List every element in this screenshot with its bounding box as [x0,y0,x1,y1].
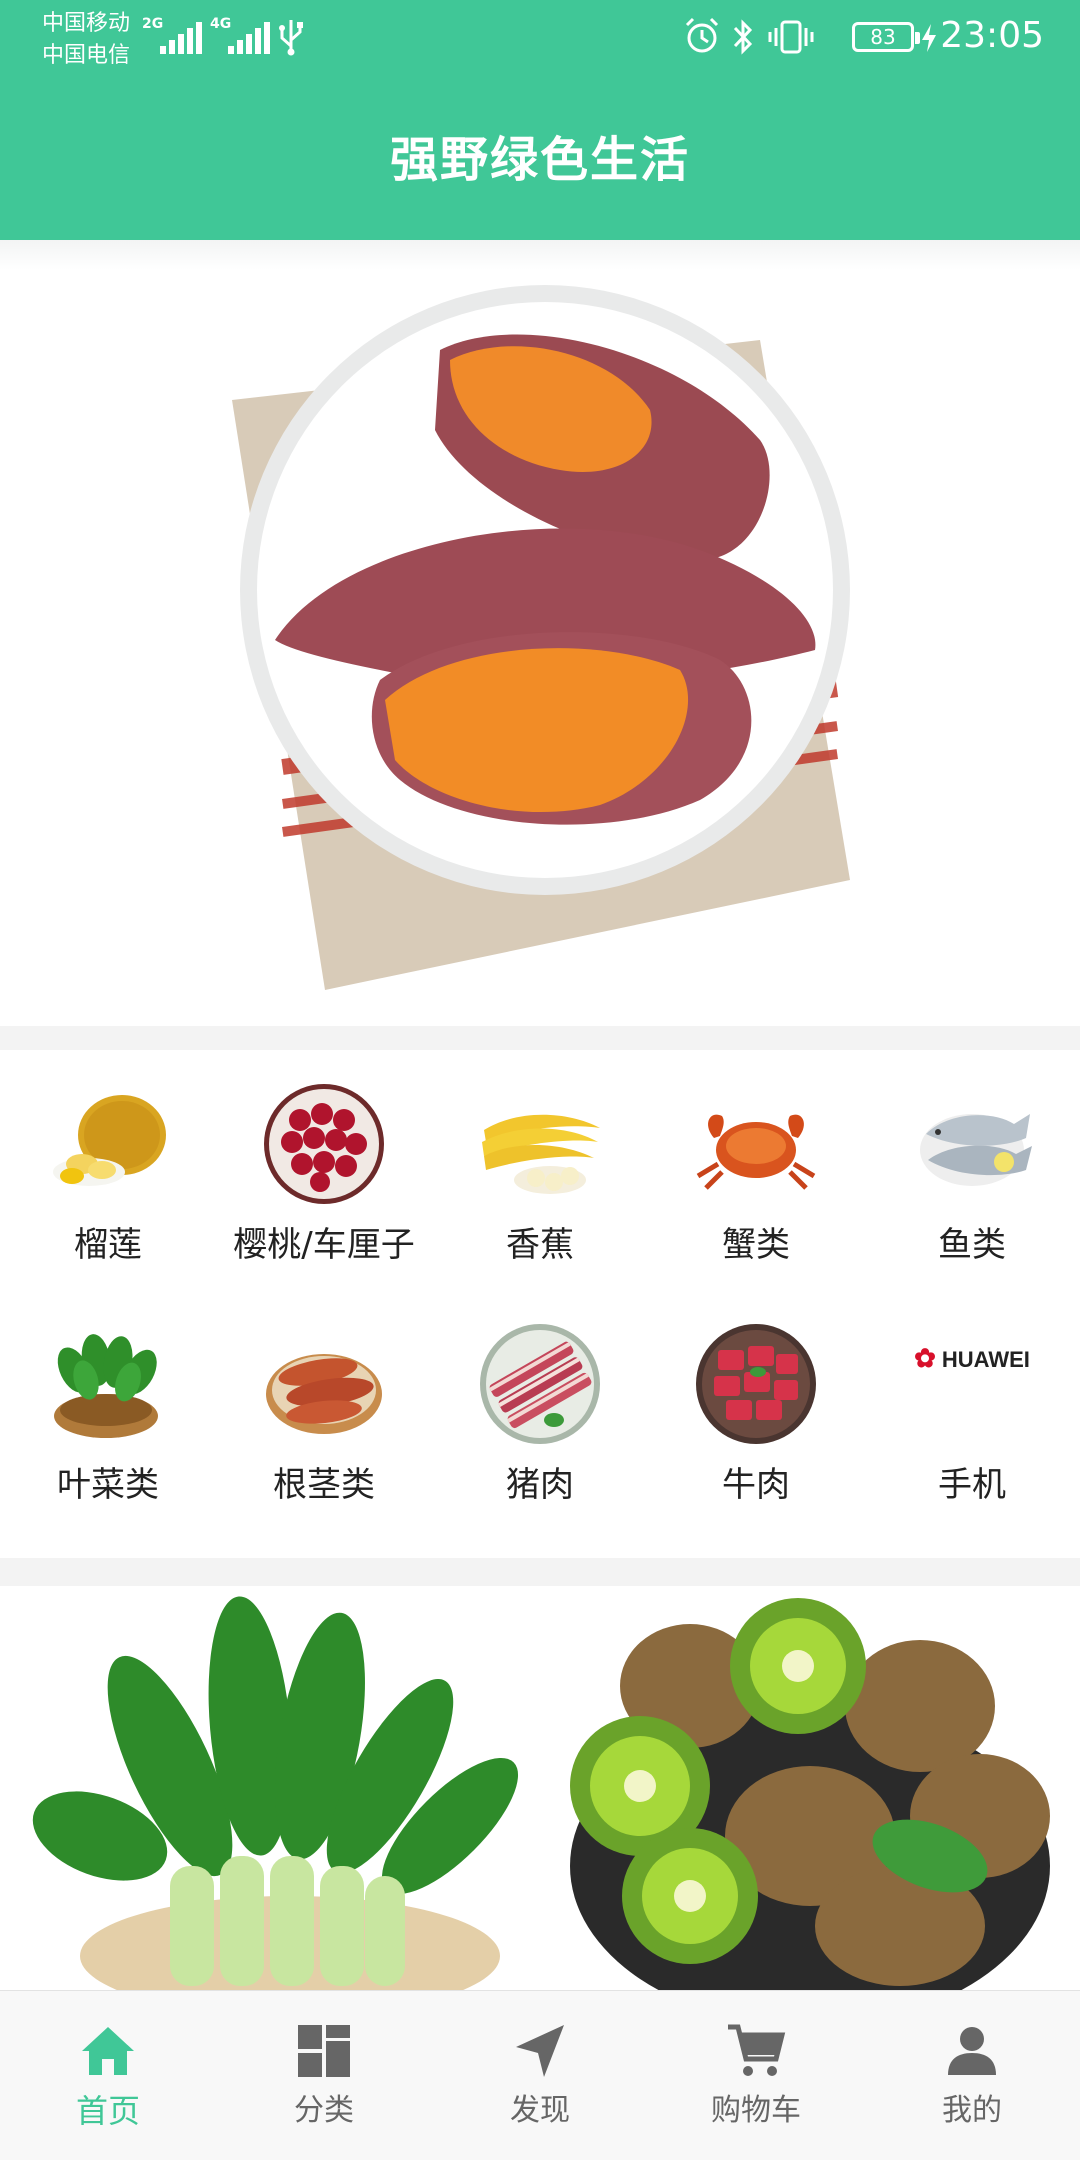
usb-icon [279,20,303,56]
promo-kiwi-image[interactable] [560,1586,1060,1990]
nav-label: 分类 [294,2093,354,2128]
status-right: 83 23:05 [624,14,1044,58]
category-label: 榴莲 [74,1225,142,1265]
category-pork[interactable]: 猪肉 [432,1290,648,1530]
pork-image [480,1324,600,1444]
nav-discover[interactable]: 发现 [432,1991,648,2161]
fish-image [920,1114,1032,1186]
nav-label: 发现 [510,2093,570,2128]
signal-4g-icon: 4G [210,16,274,54]
carrier-2: 中国电信 [42,43,131,68]
promo-bok-choy-image[interactable] [20,1586,520,1990]
clock: 23:05 [940,15,1044,56]
cherries-image [264,1084,384,1204]
vibrate-icon [768,20,814,54]
category-label: 鱼类 [938,1225,1006,1265]
nav-label: 购物车 [711,2093,801,2128]
charging-icon [922,24,936,52]
category-root-vegetables[interactable]: 根茎类 [216,1290,432,1530]
page-title: 强野绿色生活 [389,132,690,188]
durian-image [53,1095,166,1186]
bottom-navigation: 首页 分类 发现 购物车 我的 [0,1990,1080,2160]
nav-label: 首页 [75,2092,140,2130]
banner-carousel[interactable] [0,240,1080,1026]
home-icon [82,2027,134,2075]
category-cherries[interactable]: 樱桃/车厘子 [216,1050,432,1290]
nav-label: 我的 [942,2093,1002,2128]
banner-image-sweet-potatoes[interactable] [0,240,1080,1026]
category-label: 香蕉 [506,1225,574,1265]
grid-icon [298,2025,350,2077]
crab-image [696,1114,816,1190]
category-label: 牛肉 [722,1465,790,1505]
category-label: 樱桃/车厘子 [233,1225,415,1265]
huawei-petal-icon: ✿ [914,1343,936,1373]
signal-2g-icon: 2G [142,16,202,54]
category-label: 猪肉 [506,1465,574,1505]
user-icon [948,2027,996,2075]
category-crab[interactable]: 蟹类 [648,1050,864,1290]
nav-home[interactable]: 首页 [0,1991,216,2161]
promo-section [0,1586,1080,1990]
category-durian[interactable]: 榴莲 [0,1050,216,1290]
battery-indicator: 83 [852,22,920,52]
category-leafy-greens[interactable]: 叶菜类 [0,1290,216,1530]
nav-category[interactable]: 分类 [216,1991,432,2161]
app-header: 中国移动 中国电信 2G 4G 83 23:05 强野绿色生活 [0,0,1080,240]
bluetooth-icon [733,19,753,55]
navigation-icon [516,2025,564,2077]
brand-logo-text: HUAWEI [941,1347,1030,1372]
category-bananas[interactable]: 香蕉 [432,1050,648,1290]
cart-icon [728,2024,786,2076]
category-label: 叶菜类 [57,1465,159,1505]
section-divider [0,1558,1080,1586]
leafy-greens-image [54,1334,158,1438]
carrier-1: 中国移动 [42,11,131,36]
status-bar: 中国移动 中国电信 2G 4G 83 23:05 [0,0,1080,72]
category-fish[interactable]: 鱼类 [864,1050,1080,1290]
category-phones[interactable]: ✿ HUAWEI 手机 [864,1290,1080,1530]
sweet-potatoes-image [266,1354,382,1434]
beef-image [696,1324,816,1444]
bananas-image [482,1114,600,1194]
category-label: 手机 [938,1465,1006,1505]
nav-cart[interactable]: 购物车 [648,1991,864,2161]
category-label: 根茎类 [273,1465,375,1505]
huawei-logo: ✿ HUAWEI [872,1338,1072,1378]
carrier-info: 中国移动 中国电信 [42,8,130,72]
alarm-icon [685,17,719,53]
category-beef[interactable]: 牛肉 [648,1290,864,1530]
nav-profile[interactable]: 我的 [864,1991,1080,2161]
category-grid: 榴莲 樱桃/车厘子 香蕉 蟹类 鱼类 叶菜类 根茎类 猪肉 牛肉 ✿ HUAWE… [0,1050,1080,1558]
section-divider [0,1026,1080,1050]
category-label: 蟹类 [722,1225,790,1265]
